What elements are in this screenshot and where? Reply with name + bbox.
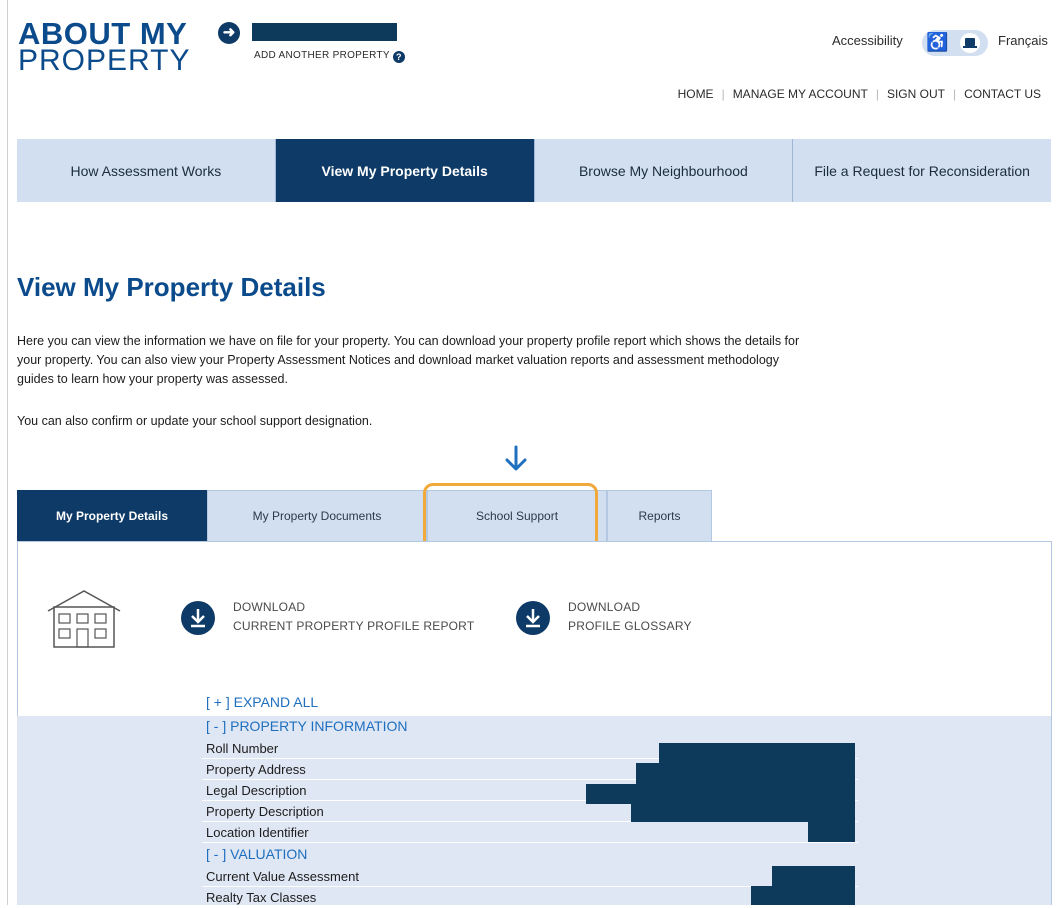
nav-contact-us-link[interactable]: CONTACT US <box>956 87 1049 101</box>
tab-my-property-documents[interactable]: My Property Documents <box>207 490 427 541</box>
nav-home-link[interactable]: HOME <box>670 87 722 101</box>
nav-manage-account-link[interactable]: MANAGE MY ACCOUNT <box>725 87 876 101</box>
tab-reports[interactable]: Reports <box>607 490 712 541</box>
property-select-arrow-icon[interactable]: ➜ <box>218 22 240 44</box>
add-another-property-label: ADD ANOTHER PROPERTY <box>254 50 390 61</box>
download-glossary-link[interactable]: DOWNLOAD PROFILE GLOSSARY <box>568 598 692 636</box>
top-navigation: HOME | MANAGE MY ACCOUNT | SIGN OUT | CONTA… <box>670 87 1049 101</box>
valuation-toggle[interactable]: [ - ] VALUATION <box>206 846 307 862</box>
redacted-roll-number <box>659 743 855 763</box>
current-value-assessment-row: Current Value Assessment <box>202 867 858 887</box>
language-toggle-link[interactable]: Français <box>998 33 1048 48</box>
logo-line2: PROPERTY <box>18 44 191 77</box>
help-icon[interactable]: ? <box>392 51 405 63</box>
school-support-note: You can also confirm or update your scho… <box>17 414 373 428</box>
download-label: DOWNLOAD <box>233 600 306 614</box>
accessibility-label: Accessibility <box>832 33 903 48</box>
nav-sign-out-link[interactable]: SIGN OUT <box>879 87 953 101</box>
tab-view-my-property-details[interactable]: View My Property Details <box>275 139 535 202</box>
redacted-property-description <box>631 800 855 822</box>
redacted-location-identifier <box>808 821 855 842</box>
main-navigation: How Assessment Works View My Property De… <box>17 139 1051 202</box>
tab-browse-my-neighbourhood[interactable]: Browse My Neighbourhood <box>534 139 794 202</box>
accessibility-toggle[interactable]: ♿ <box>922 30 988 56</box>
tab-my-property-details[interactable]: My Property Details <box>17 490 207 541</box>
download-profile-report-link[interactable]: DOWNLOAD CURRENT PROPERTY PROFILE REPORT <box>233 598 474 636</box>
location-identifier-row: Location Identifier <box>202 823 858 843</box>
expand-all-link[interactable]: [ + ] EXPAND ALL <box>206 694 318 710</box>
wheelchair-icon[interactable]: ♿ <box>926 32 948 53</box>
redacted-property-address <box>636 763 855 784</box>
property-sub-tabs: My Property Details My Property Document… <box>17 490 712 541</box>
down-arrow-icon <box>505 445 527 471</box>
download-glossary-icon[interactable] <box>516 601 550 635</box>
download-profile-report-icon[interactable] <box>181 601 215 635</box>
download-label: DOWNLOAD <box>568 600 641 614</box>
house-icon <box>47 590 121 648</box>
add-another-property-link[interactable]: ADD ANOTHER PROPERTY? <box>254 50 405 63</box>
intro-paragraph: Here you can view the information we hav… <box>17 334 800 386</box>
tab-how-assessment-works[interactable]: How Assessment Works <box>17 139 276 202</box>
download-glossary-label: PROFILE GLOSSARY <box>568 619 692 633</box>
redacted-tax-classes <box>751 886 855 905</box>
property-information-toggle[interactable]: [ - ] PROPERTY INFORMATION <box>206 718 407 734</box>
redacted-current-value <box>772 866 855 888</box>
screen-reader-icon[interactable] <box>960 33 980 53</box>
about-my-property-logo[interactable]: ABOUT MY PROPERTY <box>18 18 191 76</box>
download-profile-report-label: CURRENT PROPERTY PROFILE REPORT <box>233 619 475 633</box>
redacted-property-name <box>252 23 397 41</box>
tab-file-request-for-reconsideration[interactable]: File a Request for Reconsideration <box>793 139 1051 202</box>
page-title: View My Property Details <box>17 272 326 302</box>
